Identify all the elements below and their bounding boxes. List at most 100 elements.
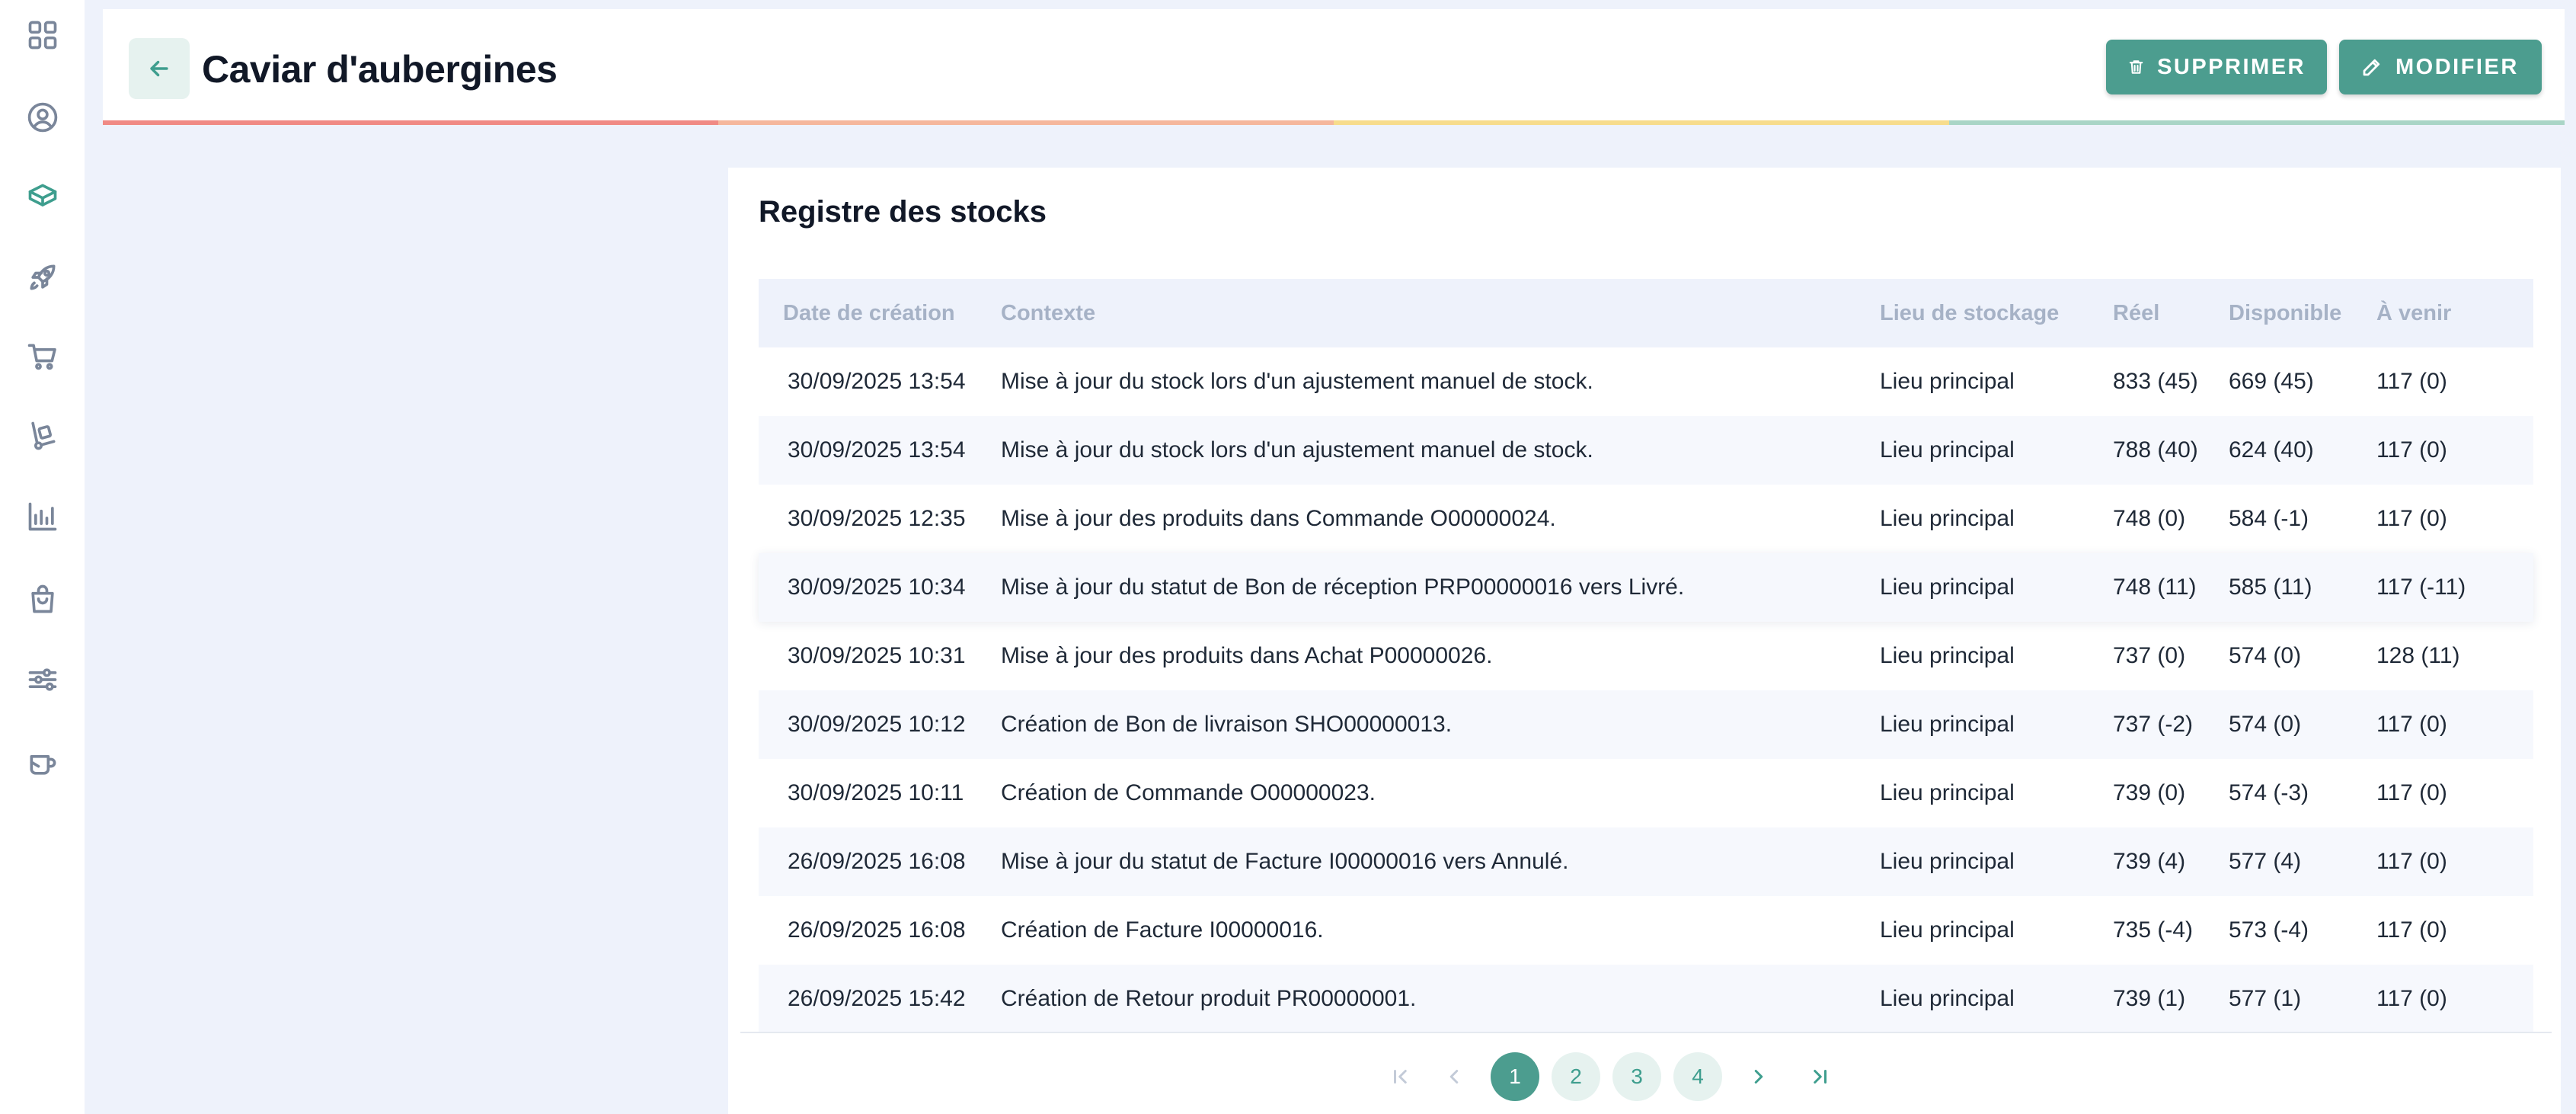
column-header-location[interactable]: Lieu de stockage	[1880, 301, 2113, 326]
cell-upcoming: 117 (-11)	[2376, 575, 2466, 600]
edit-button[interactable]: MODIFIER	[2339, 40, 2542, 94]
pencil-icon	[2363, 59, 2380, 76]
cell-real: 737 (-2)	[2113, 712, 2194, 737]
strip-segment	[1949, 120, 2565, 125]
cell-date: 30/09/2025 10:11	[788, 780, 964, 805]
cell-available: 669 (45)	[2229, 369, 2314, 394]
cell-context: Création de Facture I00000016.	[1001, 917, 1324, 943]
hand-truck-icon[interactable]	[20, 413, 66, 459]
cell-upcoming: 117 (0)	[2376, 917, 2447, 943]
cell-date: 30/09/2025 13:54	[788, 369, 966, 394]
stock-register-title: Registre des stocks	[759, 195, 1047, 229]
edit-button-label: MODIFIER	[2395, 54, 2519, 79]
cell-date: 26/09/2025 15:42	[788, 986, 966, 1011]
cell-context: Mise à jour des produits dans Achat P000…	[1001, 643, 1493, 668]
page-title: Caviar d'aubergines	[202, 48, 558, 91]
table-row[interactable]: 26/09/2025 15:42 Création de Retour produ…	[759, 965, 2533, 1033]
delete-button[interactable]: SUPPRIMER	[2106, 40, 2327, 94]
column-header-available[interactable]: Disponible	[2229, 301, 2376, 326]
cell-available: 574 (0)	[2229, 643, 2302, 668]
rocket-icon[interactable]	[20, 254, 66, 300]
cell-date: 26/09/2025 16:08	[788, 849, 966, 874]
table-body: 30/09/2025 13:54 Mise à jour du stock lor…	[759, 347, 2533, 1033]
cell-available: 585 (11)	[2229, 575, 2312, 600]
column-header-date[interactable]: Date de création	[759, 301, 1001, 326]
chevron-right-icon	[1754, 1070, 1763, 1084]
cell-real: 748 (11)	[2113, 575, 2197, 600]
back-button[interactable]	[129, 38, 190, 99]
mug-icon[interactable]	[20, 741, 66, 786]
header-color-strip	[103, 120, 2565, 125]
cell-context: Création de Commande O00000023.	[1001, 780, 1376, 805]
stock-register-table: Date de création Contexte Lieu de stocka…	[759, 279, 2533, 1033]
sidebar	[0, 0, 85, 1114]
cell-real: 788 (40)	[2113, 437, 2198, 463]
column-header-upcoming[interactable]: À venir	[2376, 301, 2533, 326]
cell-date: 30/09/2025 13:54	[788, 437, 966, 463]
page-header: Caviar d'aubergines SUPPRIMER MODIFIER	[103, 9, 2565, 125]
cell-location: Lieu principal	[1880, 986, 2015, 1011]
page-button[interactable]: 1	[1491, 1052, 1539, 1101]
next-page-button[interactable]	[1734, 1052, 1783, 1101]
cell-context: Mise à jour du statut de Bon de réceptio…	[1001, 575, 1685, 600]
cell-date: 30/09/2025 10:12	[788, 712, 966, 737]
previous-page-button[interactable]	[1430, 1052, 1478, 1101]
cell-upcoming: 117 (0)	[2376, 437, 2447, 463]
cell-available: 573 (-4)	[2229, 917, 2309, 943]
table-row[interactable]: 30/09/2025 12:35 Mise à jour des produits…	[759, 485, 2533, 553]
cell-location: Lieu principal	[1880, 780, 2015, 805]
chevrons-first-icon	[1394, 1070, 1407, 1084]
table-row[interactable]: 30/09/2025 13:54 Mise à jour du stock lor…	[759, 347, 2533, 416]
strip-segment	[718, 120, 1334, 125]
cell-real: 739 (4)	[2113, 849, 2186, 874]
table-row[interactable]: 30/09/2025 10:34 Mise à jour du statut de…	[759, 553, 2533, 622]
cell-real: 739 (1)	[2113, 986, 2186, 1011]
bar-chart-icon[interactable]	[20, 494, 66, 539]
cell-context: Création de Bon de livraison SHO00000013…	[1001, 712, 1453, 737]
cell-real: 833 (45)	[2113, 369, 2198, 394]
dashboard-grid-icon[interactable]	[20, 12, 66, 58]
cell-location: Lieu principal	[1880, 849, 2015, 874]
strip-segment	[1334, 120, 1949, 125]
cell-real: 735 (-4)	[2113, 917, 2194, 943]
page-button[interactable]: 4	[1673, 1052, 1722, 1101]
cell-available: 574 (0)	[2229, 712, 2302, 737]
column-header-real[interactable]: Réel	[2113, 301, 2229, 326]
first-page-button[interactable]	[1376, 1052, 1425, 1101]
cell-location: Lieu principal	[1880, 712, 2015, 737]
cell-available: 584 (-1)	[2229, 506, 2309, 531]
cell-upcoming: 117 (0)	[2376, 712, 2447, 737]
cell-date: 30/09/2025 10:31	[788, 643, 966, 668]
table-row[interactable]: 26/09/2025 16:08 Mise à jour du statut de…	[759, 827, 2533, 896]
table-header: Date de création Contexte Lieu de stocka…	[759, 279, 2533, 347]
table-row[interactable]: 30/09/2025 10:11 Création de Commande O00…	[759, 759, 2533, 827]
shopping-bag-icon[interactable]	[20, 576, 66, 622]
user-circle-icon[interactable]	[20, 94, 66, 140]
stock-register-card: Registre des stocks Date de création Con…	[728, 168, 2561, 1114]
table-row[interactable]: 30/09/2025 13:54 Mise à jour du stock lor…	[759, 416, 2533, 485]
cart-icon[interactable]	[20, 334, 66, 379]
cell-upcoming: 117 (0)	[2376, 369, 2447, 394]
cell-location: Lieu principal	[1880, 506, 2015, 531]
cell-available: 577 (1)	[2229, 986, 2302, 1011]
cell-context: Mise à jour du statut de Facture I000000…	[1001, 849, 1569, 874]
table-row[interactable]: 30/09/2025 10:12 Création de Bon de livra…	[759, 690, 2533, 759]
cell-real: 739 (0)	[2113, 780, 2186, 805]
cell-upcoming: 117 (0)	[2376, 506, 2447, 531]
delete-button-label: SUPPRIMER	[2157, 54, 2306, 79]
table-row[interactable]: 26/09/2025 16:08 Création de Facture I000…	[759, 896, 2533, 965]
last-page-button[interactable]	[1795, 1052, 1844, 1101]
page-button[interactable]: 2	[1552, 1052, 1600, 1101]
cell-context: Mise à jour du stock lors d'un ajustemen…	[1001, 369, 1593, 394]
cell-context: Mise à jour du stock lors d'un ajustemen…	[1001, 437, 1593, 463]
box-icon[interactable]	[20, 174, 66, 219]
column-header-context[interactable]: Contexte	[1001, 301, 1880, 326]
cell-upcoming: 117 (0)	[2376, 849, 2447, 874]
trash-icon	[2129, 60, 2143, 74]
arrow-left-icon	[150, 60, 168, 77]
cell-context: Création de Retour produit PR00000001.	[1001, 986, 1417, 1011]
pagination: 1 2 3 4	[728, 1050, 2561, 1103]
page-button[interactable]: 3	[1612, 1052, 1661, 1101]
table-row[interactable]: 30/09/2025 10:31 Mise à jour des produits…	[759, 622, 2533, 690]
sliders-icon[interactable]	[20, 657, 66, 703]
